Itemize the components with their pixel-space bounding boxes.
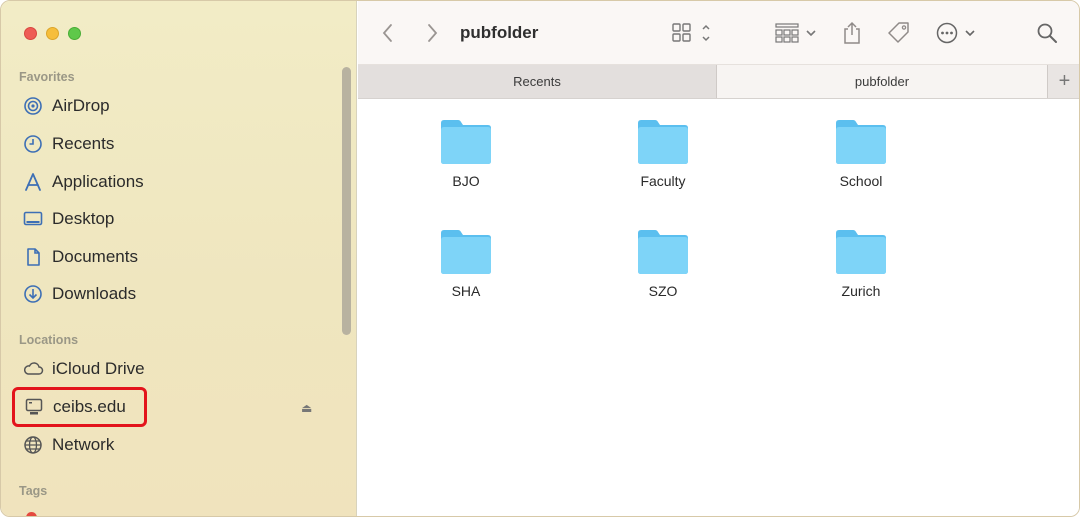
folder-item[interactable]: Faculty bbox=[603, 117, 723, 207]
share-icon bbox=[844, 21, 860, 44]
favorites-section-title: Favorites bbox=[19, 70, 75, 84]
eject-icon[interactable]: ⏏ bbox=[301, 401, 312, 415]
server-icon bbox=[23, 396, 45, 418]
chevron-right-icon bbox=[428, 24, 438, 42]
sidebar-item-label: iCloud Drive bbox=[52, 359, 145, 378]
back-button[interactable] bbox=[376, 19, 400, 47]
folder-icon bbox=[836, 120, 886, 164]
folder-icon bbox=[441, 120, 491, 164]
sidebar-item-label: AirDrop bbox=[52, 96, 110, 115]
folder-label: Zurich bbox=[841, 283, 881, 299]
more-actions-button[interactable] bbox=[934, 19, 980, 47]
finder-window: Favorites AirDrop Recents Applications D… bbox=[0, 0, 1080, 517]
ellipsis-circle-icon bbox=[936, 22, 975, 44]
sidebar-item-recents[interactable]: Recents bbox=[13, 127, 333, 161]
cloud-icon bbox=[22, 358, 44, 380]
close-window-button[interactable] bbox=[24, 27, 37, 40]
sidebar-scrollbar[interactable] bbox=[342, 67, 351, 335]
group-button[interactable] bbox=[774, 19, 820, 47]
window-controls bbox=[24, 27, 81, 40]
folder-label: SHA bbox=[451, 283, 481, 299]
sidebar-item-airdrop[interactable]: AirDrop bbox=[13, 89, 333, 123]
tag-icon bbox=[888, 22, 909, 43]
folder-content: BJO Faculty School SHA SZO Zurich bbox=[358, 99, 1079, 516]
sidebar-item-label: Downloads bbox=[52, 284, 137, 303]
globe-icon bbox=[22, 434, 44, 456]
tab-bar: Recents pubfolder + bbox=[358, 65, 1079, 99]
folder-item[interactable]: SZO bbox=[603, 227, 723, 317]
view-options-button[interactable] bbox=[670, 19, 716, 47]
folder-item[interactable]: School bbox=[801, 117, 921, 207]
sidebar-item-label: Documents bbox=[52, 247, 138, 266]
document-icon bbox=[22, 246, 44, 268]
tab-pubfolder[interactable]: pubfolder bbox=[717, 65, 1047, 98]
sidebar-item-label: Network bbox=[52, 435, 115, 454]
sidebar: Favorites AirDrop Recents Applications D… bbox=[1, 1, 357, 516]
toolbar: pubfolder bbox=[358, 1, 1079, 65]
search-icon bbox=[1037, 23, 1057, 43]
forward-button[interactable] bbox=[420, 19, 444, 47]
folder-label: BJO bbox=[452, 173, 480, 189]
new-tab-button[interactable]: + bbox=[1047, 65, 1079, 98]
group-icon bbox=[775, 23, 816, 43]
locations-section-title: Locations bbox=[19, 333, 79, 347]
search-button[interactable] bbox=[1034, 19, 1060, 47]
window-title: pubfolder bbox=[460, 23, 539, 42]
sidebar-item-icloud-drive[interactable]: iCloud Drive bbox=[13, 352, 333, 386]
applications-icon bbox=[22, 171, 44, 193]
sidebar-item-desktop[interactable]: Desktop bbox=[13, 202, 333, 236]
folder-icon bbox=[638, 230, 688, 274]
desktop-icon bbox=[22, 208, 44, 230]
sidebar-item-applications[interactable]: Applications bbox=[13, 165, 333, 199]
airdrop-icon bbox=[22, 95, 44, 117]
folder-icon bbox=[441, 230, 491, 274]
share-button[interactable] bbox=[840, 19, 864, 47]
sidebar-item-label: Recents bbox=[52, 134, 115, 153]
sidebar-item-label: ceibs.edu bbox=[53, 397, 126, 416]
tags-section-title: Tags bbox=[19, 484, 48, 498]
clock-icon bbox=[22, 133, 44, 155]
red-tag-icon[interactable] bbox=[26, 512, 37, 516]
folder-label: School bbox=[839, 173, 883, 189]
icon-grid-icon bbox=[672, 23, 710, 42]
sidebar-item-label: Applications bbox=[52, 172, 144, 191]
sidebar-item-label: Desktop bbox=[52, 209, 115, 228]
chevron-left-icon bbox=[382, 24, 392, 42]
folder-icon bbox=[638, 120, 688, 164]
minimize-window-button[interactable] bbox=[46, 27, 59, 40]
folder-label: Faculty bbox=[640, 173, 686, 189]
sidebar-item-documents[interactable]: Documents bbox=[13, 240, 333, 274]
sidebar-item-ceibs-edu[interactable]: ceibs.edu bbox=[12, 387, 147, 427]
sidebar-item-network[interactable]: Network bbox=[13, 428, 333, 462]
folder-item[interactable]: Zurich bbox=[801, 227, 921, 317]
sidebar-item-downloads[interactable]: Downloads bbox=[13, 277, 333, 311]
download-icon bbox=[22, 283, 44, 305]
folder-item[interactable]: SHA bbox=[406, 227, 526, 317]
folder-item[interactable]: BJO bbox=[406, 117, 526, 207]
tab-recents[interactable]: Recents bbox=[358, 65, 717, 98]
folder-label: SZO bbox=[648, 283, 678, 299]
folder-icon bbox=[836, 230, 886, 274]
maximize-window-button[interactable] bbox=[68, 27, 81, 40]
tags-button[interactable] bbox=[884, 19, 914, 47]
